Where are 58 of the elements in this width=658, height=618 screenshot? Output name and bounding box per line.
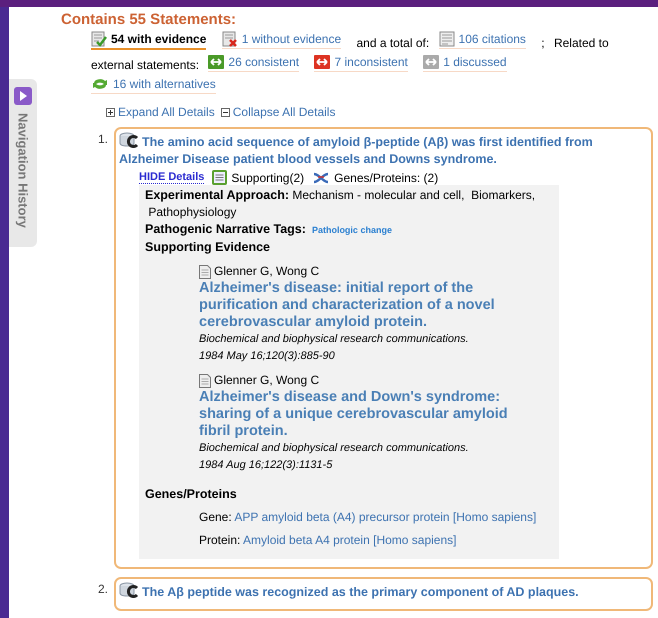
- summary-text: external statements:: [91, 58, 200, 72]
- hide-details-link[interactable]: HIDE Details: [139, 171, 204, 184]
- field-label: Pathogenic Narrative Tags:: [145, 222, 306, 236]
- evidence-list-icon: [212, 170, 228, 185]
- citation-date: 1984 Aug 16;122(3):1131-5: [199, 458, 334, 473]
- section-heading: Supporting Evidence: [145, 240, 270, 254]
- statement-link[interactable]: The Aβ peptide was recognized as the primary component of AD plaques.: [119, 582, 648, 601]
- citation-date: 1984 May 16;120(3):885-90: [199, 349, 336, 364]
- filter-link[interactable]: 1 discussed: [423, 53, 507, 72]
- collapse-all-link[interactable]: Collapse All Details: [220, 105, 336, 119]
- item-number: 1.: [96, 131, 109, 148]
- play-icon: [14, 87, 32, 105]
- approach-value: Mechanism - molecular and cell,: [292, 188, 464, 202]
- item-number: 2.: [96, 581, 109, 598]
- approach-value: Pathophysiology: [148, 205, 236, 219]
- statement-icon: [119, 132, 139, 148]
- dna-icon: [312, 170, 330, 184]
- citation-title[interactable]: Alzheimer's disease and Down's syndrome: sharing of a unique cerebrovascular amyloid fibril protein.: [199, 389, 529, 440]
- tag-link[interactable]: Pathologic change: [312, 225, 392, 235]
- document-icon: [199, 374, 211, 388]
- document-icon: [199, 264, 211, 278]
- summary-text: ;: [541, 36, 545, 50]
- citation-journal: Biochemical and biophysical research communications.: [199, 332, 470, 347]
- navigation-history-tab[interactable]: Navigation History: [9, 79, 37, 247]
- statements-heading: Contains 55 Statements:: [61, 11, 238, 28]
- filter-link[interactable]: 16 with alternatives: [91, 75, 216, 94]
- citation-authors: Glenner G, Wong C: [199, 372, 553, 389]
- double-arrow-icon: [208, 55, 224, 69]
- document-icon: [438, 31, 455, 47]
- gene-label: Gene:: [199, 510, 232, 524]
- cycle-arrows-icon: [91, 76, 109, 92]
- double-arrow-icon: [314, 55, 330, 69]
- section-heading: Genes/Proteins: [145, 486, 238, 503]
- field-label: Experimental Approach:: [145, 188, 290, 202]
- citation-title[interactable]: Alzheimer's disease: initial report of the purification and characterization of a novel cerebrovascular amyloid protein.: [199, 280, 529, 331]
- gene-label: Protein:: [199, 533, 240, 547]
- summary-text: and a total of:: [356, 36, 430, 50]
- minus-box-icon: [220, 108, 230, 116]
- filter-link[interactable]: 54 with evidence: [91, 30, 206, 50]
- no-evidence-icon: [222, 31, 238, 47]
- expand-all-link[interactable]: Expand All Details: [106, 105, 215, 119]
- filter-link[interactable]: 1 without evidence: [222, 30, 342, 49]
- statement-icon: [119, 582, 139, 598]
- filter-link[interactable]: 26 consistent: [208, 53, 300, 72]
- plus-box-icon: [106, 108, 115, 116]
- statement-link[interactable]: The amino acid sequence of amyloid β-peptide (Aβ) was first identified from Alzheimer Disease patient blood vessels and Downs syndrome.: [119, 132, 648, 168]
- gene-link[interactable]: APP amyloid beta (A4) precursor protein [Homo sapiens]: [234, 510, 536, 524]
- filter-link[interactable]: 7 inconsistent: [314, 53, 408, 72]
- filter-link[interactable]: 106 citations: [438, 30, 526, 49]
- citation-authors: Glenner G, Wong C: [199, 263, 553, 280]
- approach-value: Biomarkers,: [471, 188, 536, 202]
- double-arrow-icon: [423, 55, 440, 69]
- gene-link[interactable]: Amyloid beta A4 protein [Homo sapiens]: [243, 533, 456, 547]
- citation-journal: Biochemical and biophysical research communications.: [199, 441, 470, 456]
- genes-count: Genes/Proteins: (2): [312, 170, 438, 184]
- summary-text: Related to: [554, 36, 609, 50]
- evidence-icon: [91, 31, 107, 47]
- supporting-count: Supporting(2): [212, 170, 304, 185]
